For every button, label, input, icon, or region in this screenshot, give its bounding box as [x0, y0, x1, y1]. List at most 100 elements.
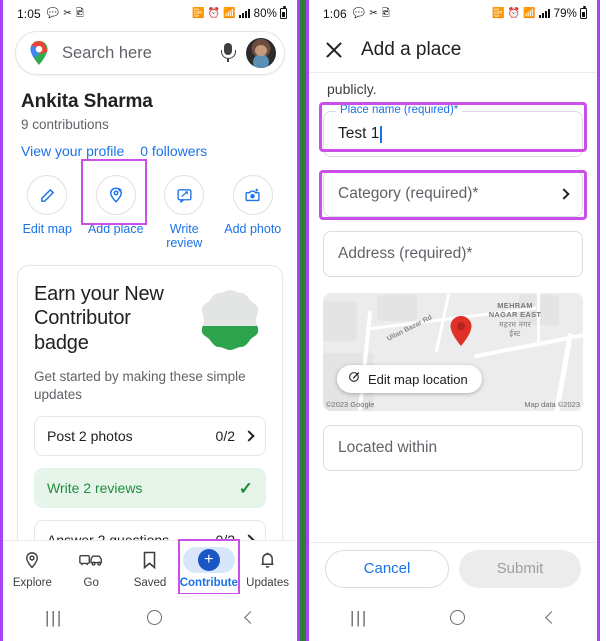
microphone-icon[interactable] [218, 40, 238, 66]
task-row[interactable]: Post 2 photos 0/2 [34, 416, 266, 457]
review-icon [164, 175, 205, 215]
badge-card-header: Earn your New Contributor badge [34, 282, 266, 358]
panel-divider [297, 0, 309, 641]
profile-name: Ankita Sharma [21, 91, 153, 112]
nav-item-saved[interactable]: Saved [121, 547, 180, 589]
bottom-navigation: Explore Go Saved + Contribute Updates [3, 540, 297, 594]
cut-off-row [323, 306, 583, 314]
add-place-form: publicly. Place name (required)* Test 1 … [309, 73, 597, 471]
nav-icon-wrap [6, 547, 58, 573]
signal-icon [238, 9, 250, 18]
close-icon[interactable] [325, 41, 343, 59]
gallery-icon: 🖻 [381, 7, 390, 19]
profile-section: Ankita Sharma 9 contributions View your … [3, 75, 297, 159]
edit-map-label: Edit map location [368, 371, 468, 387]
chat-icon: 💬 [352, 7, 366, 19]
quick-actions-row: Edit map Add place Write review Add phot… [3, 159, 297, 251]
action-label: Add photo [224, 222, 282, 236]
pencil-icon [27, 175, 68, 215]
scissors-icon: ✂ [63, 7, 72, 19]
profile-links: View your profile 0 followers [21, 143, 279, 159]
nav-item-contribute[interactable]: + Contribute [179, 546, 238, 589]
nav-label: Updates [246, 576, 289, 589]
home-button[interactable] [449, 610, 465, 625]
gallery-icon: 🖻 [75, 7, 84, 19]
status-right-icons: 📴 ⏰ 📶 80% [191, 6, 287, 20]
search-bar[interactable]: Search here [15, 31, 285, 75]
recents-button[interactable]: ||| [350, 608, 368, 628]
nav-item-updates[interactable]: Updates [238, 547, 297, 589]
add-place-pin-icon [95, 175, 136, 215]
address-field[interactable]: Address (required)* [323, 231, 583, 277]
back-button[interactable] [244, 611, 257, 624]
nav-icon-wrap [124, 547, 176, 573]
nav-label: Saved [133, 576, 167, 589]
vibrate-icon: 📴 [191, 7, 205, 19]
place-name-field[interactable]: Place name (required)* Test 1 [323, 104, 583, 157]
status-left-icons: 💬 ✂ 🖻 [352, 7, 390, 19]
map-credit-left: ©2023 Google [326, 400, 375, 409]
nav-icon-wrap [65, 547, 117, 573]
contributor-badge-card: Earn your New Contributor badge Get star… [17, 264, 283, 576]
recents-button[interactable]: ||| [45, 608, 63, 628]
status-bar-right: 1:06 💬 ✂ 🖻 📴 ⏰ 📶 79% [309, 0, 597, 27]
signal-icon [538, 9, 550, 18]
form-footer: Cancel Submit [309, 542, 597, 594]
nav-icon-wrap [242, 547, 294, 573]
scissors-icon: ✂ [369, 7, 378, 19]
nav-label: Contribute [179, 576, 238, 589]
status-time: 1:05 [17, 6, 41, 21]
category-placeholder: Category (required)* [338, 185, 479, 202]
chat-icon: 💬 [46, 7, 60, 19]
check-icon: ✓ [238, 478, 253, 498]
task-label: Post 2 photos [47, 428, 133, 445]
map-marker-icon [449, 315, 473, 347]
action-add-place[interactable]: Add place [82, 167, 151, 251]
home-button[interactable] [146, 610, 162, 625]
battery-icon [580, 6, 587, 19]
right-phone-panel: 1:06 💬 ✂ 🖻 📴 ⏰ 📶 79% Add a place publicl… [309, 0, 600, 641]
android-system-nav-left: ||| [3, 594, 297, 641]
battery-percent: 80% [253, 7, 277, 20]
task-count: 0/2 [215, 428, 235, 445]
profile-avatar[interactable] [246, 38, 276, 68]
action-add-photo[interactable]: Add photo [219, 167, 288, 251]
text-caret [380, 125, 382, 143]
action-label: Edit map [22, 222, 72, 236]
action-label: Write review [166, 222, 203, 251]
category-field[interactable]: Category (required)* [323, 171, 583, 217]
profile-contributions: 9 contributions [21, 117, 109, 132]
search-input[interactable]: Search here [62, 44, 218, 63]
status-time: 1:06 [323, 6, 347, 21]
contributor-badge-icon [194, 286, 266, 358]
cancel-button[interactable]: Cancel [325, 549, 449, 588]
task-row[interactable]: Write 2 reviews ✓ [34, 468, 266, 509]
edit-map-location-button[interactable]: Edit map location [337, 365, 482, 393]
nav-item-go[interactable]: Go [62, 547, 121, 589]
map-label-hindi: महरम नगर ईस्ट [499, 320, 531, 339]
wifi-icon: 📶 [223, 7, 236, 19]
nav-label: Explore [12, 576, 52, 589]
task-label: Write 2 reviews [47, 480, 143, 497]
add-place-header: Add a place [309, 27, 597, 73]
vibrate-icon: 📴 [491, 7, 505, 19]
place-name-value: Test 1 [338, 125, 380, 142]
status-bar-left: 1:05 💬 ✂ 🖻 📴 ⏰ 📶 80% [3, 0, 297, 27]
battery-icon [280, 6, 287, 19]
alarm-icon: ⏰ [507, 7, 521, 19]
action-write-review[interactable]: Write review [150, 167, 219, 251]
intro-text: publicly. [327, 81, 377, 97]
action-edit-map[interactable]: Edit map [13, 167, 82, 251]
place-name-label: Place name (required)* [336, 104, 463, 116]
nav-item-explore[interactable]: Explore [3, 547, 62, 589]
submit-button[interactable]: Submit [459, 549, 581, 588]
dual-screenshot: 1:05 💬 ✂ 🖻 📴 ⏰ 📶 80% Search here Ankita … [0, 0, 606, 641]
badge-card-title: Earn your New Contributor badge [34, 282, 164, 354]
view-profile-link[interactable]: View your profile [21, 143, 124, 159]
camera-plus-icon [232, 175, 273, 215]
status-left-icons: 💬 ✂ 🖻 [46, 7, 84, 19]
followers-link[interactable]: 0 followers [140, 143, 207, 159]
edit-location-icon [348, 371, 361, 387]
located-within-field[interactable]: Located within [323, 425, 583, 471]
back-button[interactable] [545, 611, 558, 624]
